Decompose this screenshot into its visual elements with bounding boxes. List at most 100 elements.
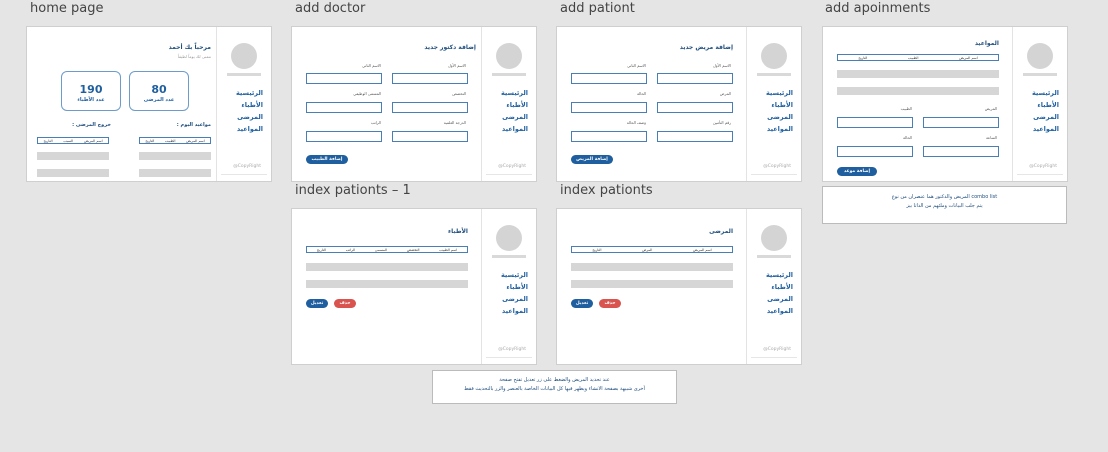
last-name-input[interactable] [571,73,647,84]
table-row[interactable] [571,280,733,288]
doctors-count-label: عدد الأطباء [77,97,105,103]
sidebar-item-patients[interactable]: المرضى [1032,111,1059,123]
insurance-input[interactable] [657,131,733,142]
table-row[interactable] [37,152,109,160]
status-input[interactable] [571,102,647,113]
sidebar-nav: الرئيسية الأطباء المرضى المواعيد [501,87,528,135]
last-name-label: الاسم الثاني [362,63,381,68]
first-name-input[interactable] [392,73,468,84]
sidebar-item-doctors[interactable]: الأطباء [501,99,528,111]
avatar [496,43,522,69]
add-patient-button[interactable]: إضافة المريض [571,155,613,164]
delete-button[interactable]: حذف [334,299,356,308]
frame-title-index-patients-1: index pationts – 1 [295,183,411,198]
sidebar-item-patients[interactable]: المرضى [236,111,263,123]
sidebar-item-appointments[interactable]: المواعيد [501,305,528,317]
edit-button[interactable]: تعديل [306,299,328,308]
index-patients-1-frame: الرئيسية الأطباء المرضى المواعيد @CopyRi… [291,208,537,365]
doctor-combo[interactable] [837,117,913,128]
table-row[interactable] [306,280,468,288]
sidebar-item-patients[interactable]: المرضى [501,293,528,305]
avatar [496,225,522,251]
copyright: @CopyRight [498,347,526,352]
sidebar-item-patients[interactable]: المرضى [501,111,528,123]
sidebar-item-home[interactable]: الرئيسية [501,87,528,99]
note-line-2: يتم جلب البيانات وملئهم من الداتا بيز [906,203,983,209]
frame-title-add-appointments: add apoinments [825,1,931,16]
page-title: المرضى [709,228,733,235]
case-description-input[interactable] [571,131,647,142]
sidebar-item-home[interactable]: الرئيسية [501,269,528,281]
disease-label: المرض [719,91,731,96]
col-title: المسمى [374,247,388,252]
welcome-title: مرحباً بك أحمد [168,44,211,51]
table-row[interactable] [837,87,999,95]
sidebar-item-patients[interactable]: المرضى [766,293,793,305]
note-line-1: المريض والدكتور هما عنصران من نوع combo … [891,194,998,200]
sidebar-item-appointments[interactable]: المواعيد [1032,123,1059,135]
edit-button[interactable]: تعديل [571,299,593,308]
sidebar: الرئيسية الأطباء المرضى المواعيد @CopyRi… [481,209,536,364]
sidebar-item-doctors[interactable]: الأطباء [766,99,793,111]
insurance-label: رقم التأمين [713,120,731,125]
table-row[interactable] [837,70,999,78]
degree-input[interactable] [392,131,468,142]
frame-title-home: home page [30,1,104,16]
copyright: @CopyRight [1029,164,1057,169]
sidebar: الرئيسية الأطباء المرضى المواعيد @CopyRi… [746,209,801,364]
salary-input[interactable] [306,131,382,142]
sidebar-nav: الرئيسية الأطباء المرضى المواعيد [236,87,263,135]
sidebar: الرئيسية الأطباء المرضى المواعيد @CopyRi… [1012,27,1067,181]
patient-combo[interactable] [923,117,999,128]
sidebar-item-appointments[interactable]: المواعيد [766,123,793,135]
sidebar-item-doctors[interactable]: الأطباء [1032,99,1059,111]
sidebar-nav: الرئيسية الأطباء المرضى المواعيد [766,87,793,135]
add-patient-frame: الرئيسية الأطباء المرضى المواعيد @CopyRi… [556,26,802,182]
sidebar-item-home[interactable]: الرئيسية [1032,87,1059,99]
avatar [1027,43,1053,69]
table-row[interactable] [139,169,211,177]
table-row[interactable] [571,263,733,271]
col-patient-name: اسم المريض [959,55,978,60]
status-input[interactable] [837,146,913,157]
sidebar-item-home[interactable]: الرئيسية [766,269,793,281]
disease-input[interactable] [657,102,733,113]
specialty-input[interactable] [392,102,468,113]
sidebar-item-patients[interactable]: المرضى [766,111,793,123]
doctors-table-header: اسم الطبيب التخصص المسمى الراتب التاريخ [306,246,468,253]
sidebar-item-home[interactable]: الرئيسية [766,87,793,99]
col-reason: السبب [63,138,74,143]
sidebar-item-appointments[interactable]: المواعيد [766,305,793,317]
user-name-placeholder [227,73,261,76]
add-doctor-button[interactable]: إضافة الطبيب [306,155,348,164]
frame-title-index-patients: index pationts [560,183,653,198]
sidebar-item-doctors[interactable]: الأطباء [236,99,263,111]
user-name-placeholder [492,255,526,258]
col-doctor: الطبيب [165,138,176,143]
table-row[interactable] [139,152,211,160]
col-patient-name: اسم المريض [186,138,205,143]
col-doctor: الطبيب [908,55,919,60]
time-input[interactable] [923,146,999,157]
add-appointments-frame: الرئيسية الأطباء المرضى المواعيد @CopyRi… [822,26,1068,182]
sidebar-item-home[interactable]: الرئيسية [236,87,263,99]
user-name-placeholder [757,255,791,258]
sidebar-item-doctors[interactable]: الأطباء [766,281,793,293]
sidebar-item-doctors[interactable]: الأطباء [501,281,528,293]
last-name-input[interactable] [306,73,382,84]
footer-line [486,357,532,358]
first-name-input[interactable] [657,73,733,84]
note-line-1: عند تحديد المريض والضغط على زر تعديل تفت… [499,377,610,383]
job-title-input[interactable] [306,102,382,113]
table-row[interactable] [306,263,468,271]
footer-line [221,174,267,175]
table-row[interactable] [37,169,109,177]
sidebar-item-appointments[interactable]: المواعيد [501,123,528,135]
copyright: @CopyRight [763,164,791,169]
sidebar-item-appointments[interactable]: المواعيد [236,123,263,135]
avatar [231,43,257,69]
add-appointment-button[interactable]: إضافة موعد [837,167,877,176]
delete-button[interactable]: حذف [599,299,621,308]
col-patient-name: اسم المريض [693,247,712,252]
frame-title-add-patient: add pationt [560,1,635,16]
